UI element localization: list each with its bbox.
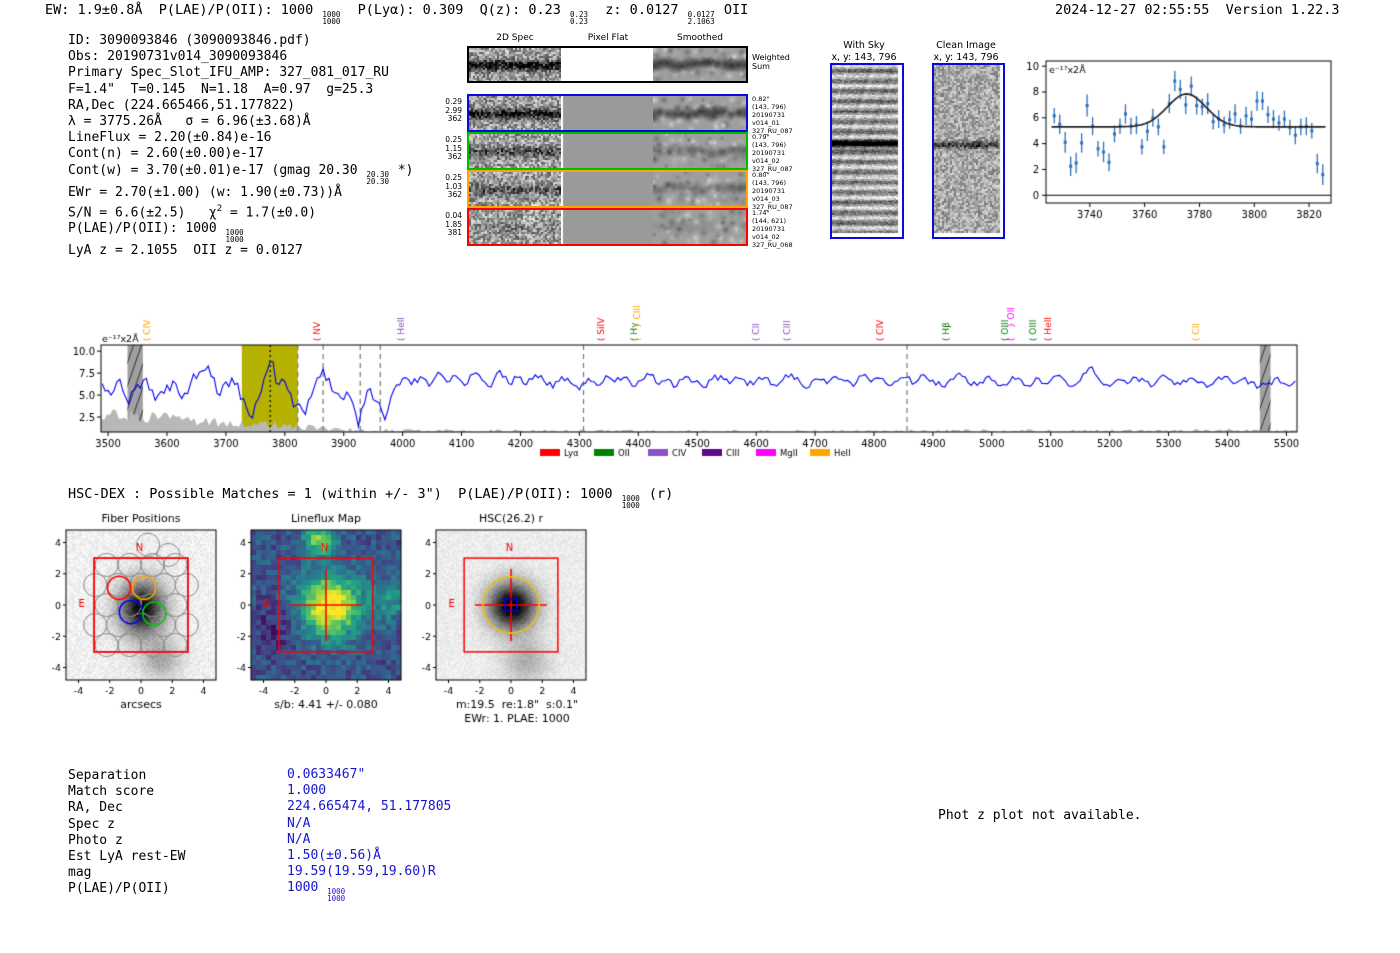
weighted-sum-label: Weighted Sum — [752, 53, 790, 71]
info-line-6: LineFlux = 2.20(±0.84)e-16 — [68, 130, 272, 146]
hsc-cutout-panel — [422, 508, 602, 738]
info-line-0: ID: 3090093846 (3090093846.pdf) — [68, 33, 311, 48]
match-table-value: N/A — [287, 815, 311, 831]
match-table-label: Match score — [68, 784, 155, 800]
spec2d-row — [467, 94, 748, 132]
match-table-value: 1.50(±0.56)Å — [287, 848, 381, 863]
spec2d-row-right-labels: 0.80" (143, 796) 20190731 v014_03 327_RU_087 — [752, 171, 793, 211]
spec2d-row-left-labels: 0.04 1.85 381 — [445, 211, 462, 237]
info-line-4: RA,Dec (224.665466,51.177822) — [68, 97, 295, 113]
match-table-value: 19.59(19.59,19.60)R — [287, 864, 436, 880]
spec2d-row-left-labels: 0.25 1.03 362 — [445, 173, 462, 199]
match-table-value: 1.000 — [287, 783, 327, 799]
pixel-flat-image — [561, 210, 653, 244]
match-table-label: Separation — [68, 768, 147, 783]
with-sky-title: With Sky — [843, 40, 885, 51]
spec2d-noise-image — [469, 134, 561, 168]
clean-image-title: Clean Image — [936, 40, 996, 51]
pixel-flat-image — [561, 48, 653, 81]
with-sky-coords: x, y: 143, 796 — [831, 52, 897, 63]
spec2d-row — [467, 46, 748, 83]
elixer-report-page: EW: 1.9±0.8Å P(LAE)/P(OII): 1000 1000 100… — [0, 0, 1400, 953]
stacked-fraction: 1000 1000 — [322, 10, 341, 26]
spec2d-row — [467, 170, 748, 208]
info-line-11: P(LAE)/P(OII): 1000 1000 1000 — [68, 221, 244, 245]
info-line-12: LyA z = 2.1055 OII z = 0.0127 — [68, 243, 303, 259]
info-line-7: Cont(n) = 2.60(±0.00)e-17 — [68, 146, 264, 162]
stacked-fraction: 20.30 20.30 — [366, 169, 389, 186]
spec2d-row — [467, 132, 748, 170]
info-line-9: EWr = 2.70(±1.00) (w: 1.90(±0.73))Å — [68, 184, 342, 200]
detection-info-block: ID: 3090093846 (3090093846.pdf) Obs: 2019… — [68, 33, 413, 260]
match-table-label: RA, Dec — [68, 800, 123, 816]
line-fit-plot — [1025, 45, 1345, 230]
smoothed-image — [653, 48, 746, 81]
stacked-fraction: 1000 1000 — [327, 887, 346, 904]
spec2d-row-right-labels: 1.74" (144, 621) 20190731 v014_02 327_RU_068 — [752, 209, 793, 249]
header-timestamp-version: 2024-12-27 02:55:55 Version 1.22.3 — [1055, 2, 1340, 18]
spec2d-row-left-labels: 0.25 1.15 362 — [445, 135, 462, 161]
match-table-label: Spec z — [68, 816, 115, 832]
spec2d-col-title-2dspec: 2D Spec — [496, 33, 534, 43]
stacked-fraction: 0.23 0.23 — [569, 10, 589, 26]
match-table-value: 0.0633467" — [287, 767, 366, 782]
smoothed-image — [653, 134, 746, 168]
info-line-5: λ = 3775.26Å σ = 6.96(±3.68)Å — [68, 114, 311, 130]
match-table-value: 224.665474, 51.177805 — [287, 799, 452, 815]
clean-image-coords: x, y: 143, 796 — [933, 52, 999, 63]
spec2d-col-title-smoothed: Smoothed — [677, 33, 723, 43]
spec2d-noise-image — [469, 172, 561, 206]
pixel-flat-image — [561, 172, 653, 206]
smoothed-image — [653, 172, 746, 206]
spec2d-noise-image — [469, 96, 561, 130]
match-table-value: 1000 1000 1000 — [287, 880, 346, 904]
spec2d-row — [467, 208, 748, 246]
hsc-dex-match-line: HSC-DEX : Possible Matches = 1 (within +… — [68, 486, 674, 510]
stacked-fraction: 0.0127 2.1063 — [687, 10, 715, 26]
match-table-label: Est LyA rest-EW — [68, 849, 186, 864]
header-summary-line: EW: 1.9±0.8Å P(LAE)/P(OII): 1000 1000 100… — [45, 2, 749, 26]
stacked-fraction: 1000 1000 — [621, 494, 640, 510]
info-line-2: Primary Spec_Slot_IFU_AMP: 327_081_017_R… — [68, 65, 389, 81]
pixel-flat-image — [561, 134, 653, 168]
with-sky-image — [830, 63, 904, 239]
match-table-label: Photo z — [68, 832, 123, 848]
lineflux-map-panel — [237, 508, 417, 723]
spec2d-noise-image — [469, 210, 561, 244]
stacked-fraction: 1000 1000 — [225, 228, 244, 245]
spec2d-row-right-labels: 0.79" (143, 796) 20190731 v014_02 327_RU_087 — [752, 133, 793, 173]
fiber-positions-panel — [52, 508, 232, 723]
spec2d-col-title-pixelflat: Pixel Flat — [587, 33, 629, 43]
match-table-value: N/A — [287, 831, 311, 847]
spec2d-noise-image — [469, 48, 561, 81]
match-table-label: P(LAE)/P(OII) — [68, 881, 170, 897]
info-line-10: S/N = 6.6(±2.5) χ2 = 1.7(±0.0) — [68, 203, 317, 221]
spec2d-row-right-labels: 0.82" (143, 796) 20190731 v014_01 327_RU_087 — [752, 95, 793, 135]
pixel-flat-image — [561, 96, 653, 130]
phot-z-note: Phot z plot not available. — [938, 808, 1142, 823]
spectrum-plot — [50, 278, 1310, 468]
clean-image — [932, 63, 1005, 239]
match-table-label: mag — [68, 865, 92, 881]
spec2d-row-left-labels: 0.29 2.99 362 — [445, 97, 462, 123]
smoothed-image — [653, 96, 746, 130]
info-line-1: Obs: 20190731v014_3090093846 — [68, 49, 288, 65]
smoothed-image — [653, 210, 746, 244]
info-line-8: Cont(w) = 3.70(±0.01)e-17 (gmag 20.30 20… — [68, 162, 414, 186]
info-line-3: F=1.4" T=0.145 N=1.18 A=0.97 g=25.3 — [68, 81, 374, 97]
